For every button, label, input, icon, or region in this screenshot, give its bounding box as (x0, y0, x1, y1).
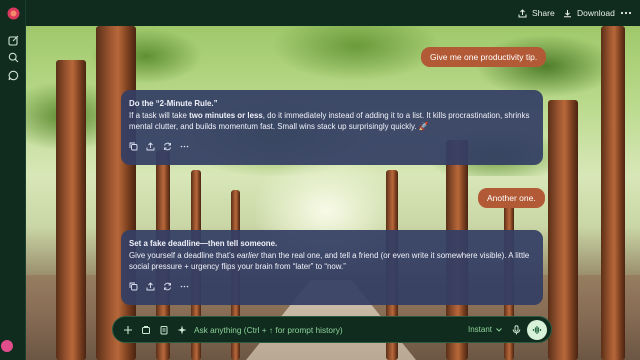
attach-icon[interactable] (140, 324, 152, 336)
mode-selector[interactable]: Instant (468, 325, 502, 334)
download-label: Download (577, 8, 615, 18)
download-button[interactable]: Download (563, 5, 615, 21)
share-button[interactable]: Share (518, 5, 555, 21)
app-logo-icon[interactable] (6, 6, 20, 20)
notes-icon[interactable] (158, 324, 170, 336)
download-icon (564, 9, 571, 17)
chats-icon[interactable] (6, 68, 20, 82)
regenerate-icon[interactable] (163, 282, 172, 291)
chevron-down-icon (496, 327, 502, 332)
forest-background (26, 26, 640, 360)
tree-trunk (96, 26, 136, 360)
response-body: If a task will take two minutes or less,… (129, 110, 530, 132)
copy-icon[interactable] (129, 142, 138, 151)
more-icon[interactable] (180, 282, 189, 291)
regenerate-icon[interactable] (163, 142, 172, 151)
tree-trunk (56, 60, 86, 360)
sparkle-icon[interactable] (176, 324, 188, 336)
assistant-response: Do the “2-Minute Rule.” If a task will t… (121, 90, 543, 165)
more-icon (620, 11, 632, 15)
tree-trunk (548, 100, 578, 360)
prompt-input[interactable]: Ask anything (Ctrl + ↑ for prompt histor… (194, 325, 343, 335)
response-title: Set a fake deadline—then tell someone. (129, 239, 278, 248)
user-message: Another one. (478, 188, 545, 208)
voice-icon (532, 326, 542, 334)
microphone-icon[interactable] (510, 324, 522, 336)
voice-button[interactable] (527, 320, 547, 340)
add-icon[interactable] (122, 324, 134, 336)
left-rail (0, 0, 26, 360)
mode-label: Instant (468, 325, 493, 334)
response-actions (129, 141, 535, 153)
share-icon (518, 8, 527, 17)
top-bar: Share Download (26, 0, 640, 26)
response-actions (129, 281, 535, 293)
avatar[interactable] (1, 340, 13, 352)
tree-trunk (601, 26, 625, 360)
share-icon[interactable] (146, 142, 155, 151)
assistant-response: Set a fake deadline—then tell someone. G… (121, 230, 543, 305)
response-body: Give yourself a deadline that’s earlier … (129, 250, 530, 272)
more-options-button[interactable] (620, 5, 632, 21)
more-icon[interactable] (180, 142, 189, 151)
user-message: Give me one productivity tip. (421, 47, 547, 67)
copy-icon[interactable] (129, 282, 138, 291)
share-label: Share (532, 8, 555, 18)
prompt-bar[interactable]: Ask anything (Ctrl + ↑ for prompt histor… (112, 316, 552, 343)
search-icon[interactable] (6, 50, 20, 64)
share-icon[interactable] (146, 282, 155, 291)
new-chat-icon[interactable] (6, 33, 20, 47)
response-title: Do the “2-Minute Rule.” (129, 99, 218, 108)
